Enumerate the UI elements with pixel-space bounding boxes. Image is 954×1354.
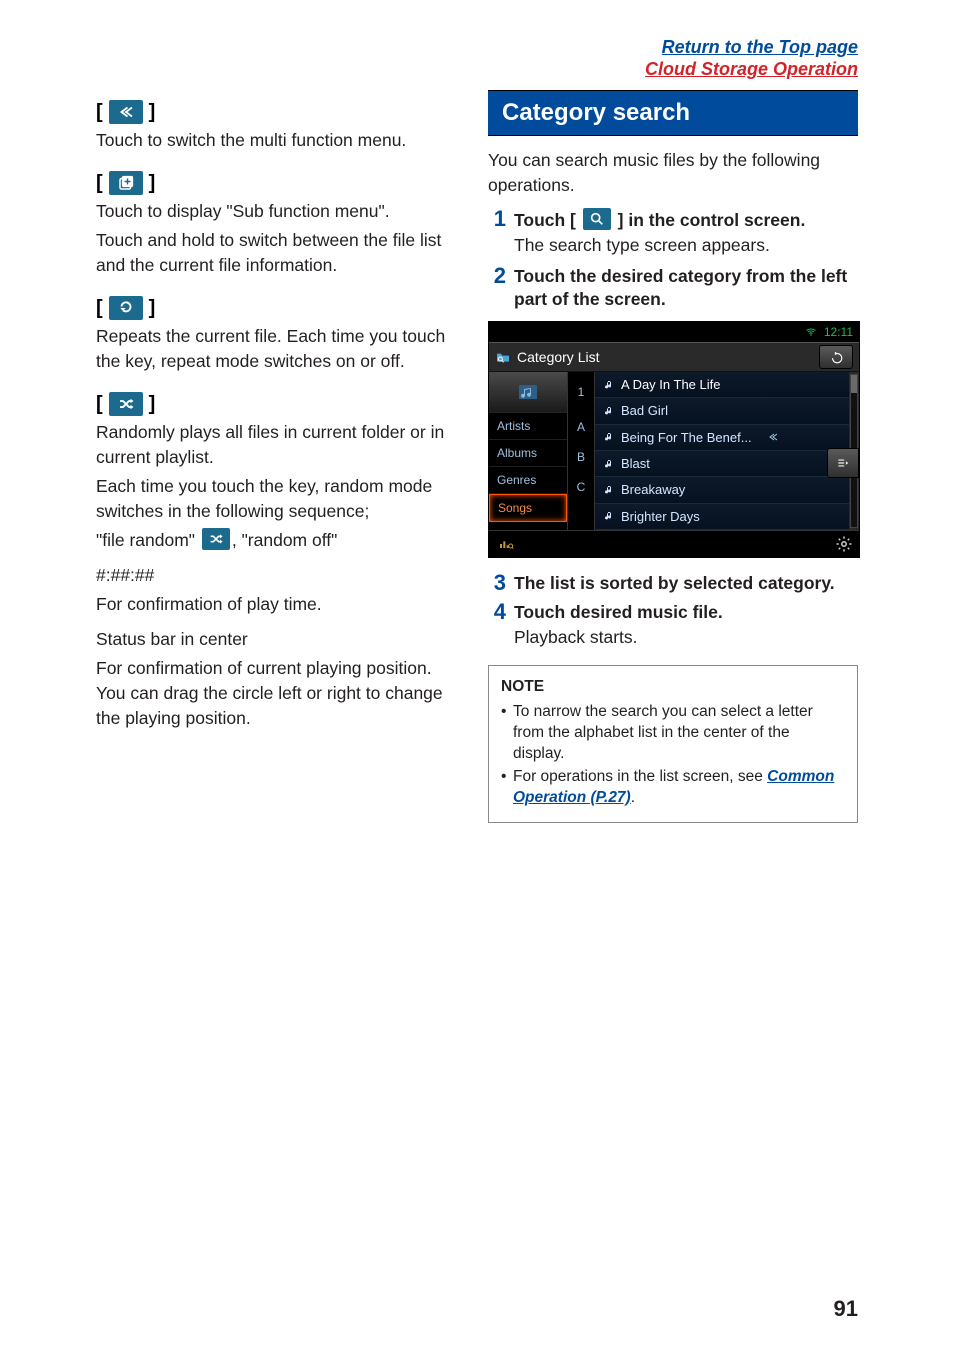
repeat-icon xyxy=(109,296,143,320)
page: Return to the Top page Cloud Storage Ope… xyxy=(0,0,954,1354)
step-number: 4 xyxy=(488,601,506,624)
folder-icon xyxy=(495,349,511,365)
playtime-label: #:##:## xyxy=(96,563,456,588)
step-4: 4 Touch desired music file. xyxy=(488,601,858,624)
music-note-icon xyxy=(603,404,615,418)
repeat-desc: Repeats the current file. Each time you … xyxy=(96,324,456,374)
scroll-indicator-icon xyxy=(767,431,779,443)
music-note-icon xyxy=(603,509,615,523)
search-icon xyxy=(583,208,611,230)
music-note-icon xyxy=(603,430,615,444)
alpha-a[interactable]: A xyxy=(577,420,585,434)
statusbar-desc: For confirmation of current playing posi… xyxy=(96,656,456,731)
step-4-sub: Playback starts. xyxy=(514,626,858,649)
cat-songs[interactable]: Songs xyxy=(489,494,567,522)
random-desc2: Each time you touch the key, random mode… xyxy=(96,474,456,524)
music-note-icon xyxy=(603,457,615,471)
step-number: 2 xyxy=(488,265,506,311)
section-link[interactable]: Cloud Storage Operation xyxy=(645,59,858,79)
note-item: To narrow the search you can select a le… xyxy=(501,701,845,764)
alpha-1[interactable]: 1 xyxy=(578,385,585,399)
step-2: 2 Touch the desired category from the le… xyxy=(488,265,858,311)
nowplaying-icon[interactable] xyxy=(495,536,517,552)
shot-clock: 12:11 xyxy=(824,325,853,339)
music-note-icon xyxy=(603,483,615,497)
cat-genres[interactable]: Genres xyxy=(489,467,567,494)
step-number: 1 xyxy=(488,208,506,232)
sub-menu-icon xyxy=(109,171,143,195)
multi-menu-key: [ ] xyxy=(96,100,155,124)
gear-icon[interactable] xyxy=(835,535,853,553)
note-box: NOTE To narrow the search you can select… xyxy=(488,665,858,823)
section-header: Category search xyxy=(488,90,858,136)
repeat-key: [ ] xyxy=(96,296,155,320)
statusbar-label: Status bar in center xyxy=(96,627,456,652)
sub-menu-desc2: Touch and hold to switch between the fil… xyxy=(96,228,456,278)
song-row[interactable]: Breakaway xyxy=(595,477,849,503)
multi-menu-icon xyxy=(109,100,143,124)
music-note-icon xyxy=(603,378,615,392)
song-row[interactable]: A Day In The Life xyxy=(595,372,849,398)
step-number: 3 xyxy=(488,572,506,595)
header-links: Return to the Top page Cloud Storage Ope… xyxy=(96,36,858,80)
back-button[interactable] xyxy=(819,345,853,369)
sub-menu-desc1: Touch to display "Sub function menu". xyxy=(96,199,456,224)
side-handle[interactable] xyxy=(827,448,859,478)
shot-titlebar: Category List xyxy=(489,342,859,372)
shot-main: Artists Albums Genres Songs 1 A B C A Da… xyxy=(489,372,859,530)
step-1-sub: The search type screen appears. xyxy=(514,234,858,257)
alpha-b[interactable]: B xyxy=(577,450,585,464)
shot-title: Category List xyxy=(517,349,599,365)
return-top-link[interactable]: Return to the Top page xyxy=(662,37,858,57)
screenshot: 12:11 Category List Artists xyxy=(488,321,860,558)
alpha-c[interactable]: C xyxy=(577,480,586,494)
section-intro: You can search music files by the follow… xyxy=(488,148,858,198)
note-item: For operations in the list screen, see C… xyxy=(501,766,845,808)
cat-artists[interactable]: Artists xyxy=(489,413,567,440)
note-title: NOTE xyxy=(501,676,845,697)
alpha-column: 1 A B C xyxy=(568,372,595,530)
playtime-desc: For confirmation of play time. xyxy=(96,592,456,617)
sub-menu-key: [ ] xyxy=(96,171,155,195)
random-seq: "file random" , "random off" xyxy=(96,528,456,553)
multi-menu-desc: Touch to switch the multi function menu. xyxy=(96,128,456,153)
random-inline-icon xyxy=(202,528,230,550)
song-row[interactable]: Brighter Days xyxy=(595,504,849,530)
random-desc1: Randomly plays all files in current fold… xyxy=(96,420,456,470)
random-key: [ ] xyxy=(96,392,155,416)
album-art-thumb xyxy=(489,372,567,413)
step-3: 3 The list is sorted by selected categor… xyxy=(488,572,858,595)
left-column: [ ] Touch to switch the multi function m… xyxy=(96,90,456,823)
songs-column: A Day In The Life Bad Girl Being For The… xyxy=(595,372,849,530)
category-column: Artists Albums Genres Songs xyxy=(489,372,568,530)
cat-albums[interactable]: Albums xyxy=(489,440,567,467)
shot-footer xyxy=(489,530,859,557)
shot-status-bar: 12:11 xyxy=(489,322,859,342)
right-column: Category search You can search music fil… xyxy=(488,90,858,823)
wifi-icon xyxy=(804,326,818,338)
step-1: 1 Touch [ ] in the control screen. xyxy=(488,208,858,232)
song-row[interactable]: Blast xyxy=(595,451,849,477)
song-row[interactable]: Being For The Benef... xyxy=(595,425,849,451)
page-number: 91 xyxy=(834,1296,858,1322)
song-row[interactable]: Bad Girl xyxy=(595,398,849,424)
random-icon xyxy=(109,392,143,416)
